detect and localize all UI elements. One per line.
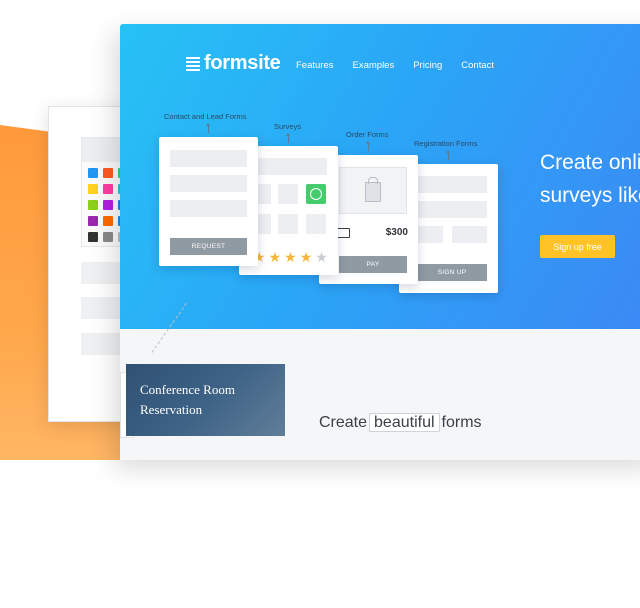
survey-option [306,214,326,234]
contact-field [170,150,247,167]
contact-field [170,175,247,192]
tagline-boxed-word: beautiful [369,413,440,432]
label-surveys: Surveys [274,122,302,131]
arrow-contact [206,123,210,133]
hero-title: Create onli surveys like [540,146,640,212]
conference-title: Conference Room Reservation [140,380,235,420]
logo-text: formsite [204,52,281,74]
nav-contact[interactable]: Contact [461,60,494,71]
star-icon: ★ [315,249,328,265]
color-swatch[interactable] [103,184,113,194]
arrow-surveys [286,133,290,143]
registration-field [417,176,487,193]
tagline: Create beautiful forms [319,413,482,432]
card-icon [337,228,350,238]
request-button[interactable]: REQUEST [170,238,247,255]
logo-icon [186,56,200,71]
hero-section: formsite Features Examples Pricing Conta… [120,24,640,329]
registration-field [452,226,487,243]
nav-features[interactable]: Features [296,60,334,71]
pay-button[interactable]: PAY [339,256,407,273]
star-icon: ★ [268,249,282,265]
star-rating[interactable]: ★ ★ ★ ★ ★ [253,250,328,264]
color-swatch[interactable] [88,216,98,226]
survey-option [278,214,298,234]
nav-examples[interactable]: Examples [353,60,395,71]
registration-field [417,201,487,218]
sign-up-button[interactable]: SIGN UP [417,264,487,281]
product-image [339,167,407,214]
check-icon [306,184,326,204]
survey-field [257,158,327,175]
tagline-post: forms [441,414,482,431]
color-swatch[interactable] [88,168,98,178]
color-swatch[interactable] [103,200,113,210]
star-icon: ★ [284,249,297,265]
label-contact-forms: Contact and Lead Forms [164,112,247,121]
contact-form-card: REQUEST [159,137,258,266]
contact-field [170,200,247,217]
tagline-pre: Create [319,414,368,431]
color-swatch[interactable] [88,232,98,242]
label-order-forms: Order Forms [346,130,389,139]
formsite-logo[interactable]: formsite [186,52,281,75]
conference-title-line-1: Conference Room [140,382,235,397]
nav-pricing[interactable]: Pricing [413,60,442,71]
star-icon: ★ [299,249,313,265]
survey-option [278,184,298,204]
order-price: $300 [385,227,408,238]
label-registration-forms: Registration Forms [414,139,478,148]
top-nav: Features Examples Pricing Contact [296,60,513,71]
color-swatch[interactable] [103,168,113,178]
hero-title-line-2: surveys like [540,184,640,207]
sign-up-free-button[interactable]: Sign up free [540,235,615,258]
color-swatch[interactable] [88,184,98,194]
color-swatch[interactable] [103,232,113,242]
conference-template-card[interactable]: Conference Room Reservation [126,364,285,436]
color-swatch[interactable] [88,200,98,210]
conference-title-line-2: Reservation [140,402,203,417]
hero-title-line-1: Create onli [540,151,640,174]
color-swatch[interactable] [103,216,113,226]
arrow-registration [446,150,450,160]
arrow-order [366,141,370,151]
bag-icon [365,182,381,202]
